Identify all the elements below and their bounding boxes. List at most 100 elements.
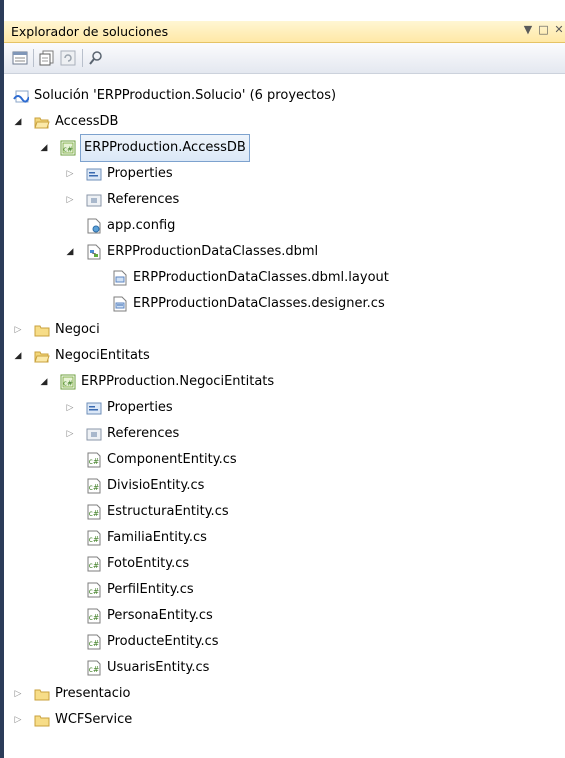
cs-file-icon: c# <box>86 530 102 546</box>
tree-row[interactable]: c# UsuarisEntity.cs <box>4 655 565 681</box>
cs-file-icon: c# <box>86 608 102 624</box>
refresh-icon[interactable] <box>60 50 76 66</box>
tree-row[interactable]: ◢ NegociEntitats <box>4 343 565 369</box>
tree-item-label: FotoEntity.cs <box>107 556 190 571</box>
expand-arrow-icon[interactable]: ▷ <box>12 707 24 733</box>
tree-row[interactable]: ▷ References <box>4 187 565 213</box>
tree-item-label: EstructuraEntity.cs <box>107 504 229 519</box>
folder-open-icon <box>34 348 50 364</box>
layout-file-icon <box>112 270 128 286</box>
tree-item-label: UsuarisEntity.cs <box>107 660 210 675</box>
svg-text:c#: c# <box>89 639 99 648</box>
tree-row[interactable]: ▷ References <box>4 421 565 447</box>
properties-folder-icon <box>86 400 102 416</box>
tree-item-label: Properties <box>107 400 173 415</box>
tree-row[interactable]: ◢ c# ERPProduction.AccessDB <box>4 134 565 162</box>
solution-explorer-panel: Explorador de soluciones ▼ □ ✕ Solución … <box>0 0 565 758</box>
tree-row[interactable]: c# FamiliaEntity.cs <box>4 525 565 551</box>
expand-arrow-icon[interactable]: ▷ <box>64 395 76 421</box>
panel-title-bar[interactable]: Explorador de soluciones ▼ □ ✕ <box>4 21 565 43</box>
tree-row[interactable]: c# PerfilEntity.cs <box>4 577 565 603</box>
tree-item-label: Negoci <box>55 322 100 337</box>
view-class-diagram-icon[interactable] <box>88 50 104 66</box>
collapse-arrow-icon[interactable]: ◢ <box>12 343 24 369</box>
tree-row[interactable]: ERPProductionDataClasses.designer.cs <box>4 291 565 317</box>
collapse-arrow-icon[interactable]: ◢ <box>64 239 76 265</box>
tree-row[interactable]: c# DivisioEntity.cs <box>4 473 565 499</box>
cs-file-icon: c# <box>86 452 102 468</box>
cs-file-icon: c# <box>86 478 102 494</box>
folder-closed-icon <box>34 686 50 702</box>
panel-window-controls: ▼ □ ✕ <box>522 23 565 36</box>
svg-text:c#: c# <box>89 613 99 622</box>
svg-text:c#: c# <box>89 535 99 544</box>
tree-item-label: AccessDB <box>55 114 119 129</box>
references-icon <box>86 192 102 208</box>
svg-text:c#: c# <box>89 665 99 674</box>
properties-icon[interactable] <box>12 50 28 66</box>
folder-closed-icon <box>34 712 50 728</box>
expand-arrow-icon[interactable]: ▷ <box>12 681 24 707</box>
tree-row[interactable]: c# ComponentEntity.cs <box>4 447 565 473</box>
close-icon[interactable]: ✕ <box>553 23 565 36</box>
svg-text:c#: c# <box>63 380 73 388</box>
cs-file-icon: c# <box>86 634 102 650</box>
expand-arrow-icon[interactable]: ▷ <box>64 161 76 187</box>
tree-row[interactable]: c# EstructuraEntity.cs <box>4 499 565 525</box>
collapse-arrow-icon[interactable]: ◢ <box>38 135 50 161</box>
csharp-project-icon: c# <box>60 140 76 156</box>
tree-item-label: References <box>107 192 180 207</box>
dropdown-icon[interactable]: ▼ <box>522 23 534 36</box>
references-icon <box>86 426 102 442</box>
tree-row[interactable]: app.config <box>4 213 565 239</box>
explorer-toolbar <box>4 43 565 74</box>
tree-row[interactable]: ▷ Properties <box>4 395 565 421</box>
tree-item-label: ProducteEntity.cs <box>107 634 219 649</box>
tree-row[interactable]: ERPProductionDataClasses.dbml.layout <box>4 265 565 291</box>
svg-text:c#: c# <box>89 509 99 518</box>
tree-row[interactable]: ▷ Negoci <box>4 317 565 343</box>
tree-row[interactable]: ▷ Properties <box>4 161 565 187</box>
collapse-arrow-icon[interactable]: ◢ <box>38 369 50 395</box>
csharp-project-icon: c# <box>60 374 76 390</box>
tree-item-label: FamiliaEntity.cs <box>107 530 207 545</box>
tree-item-label: ComponentEntity.cs <box>107 452 237 467</box>
tree-row[interactable]: ▷ WCFService <box>4 707 565 733</box>
solution-tree: Solución 'ERPProduction.Solucio' (6 proy… <box>4 74 565 758</box>
cs-file-icon: c# <box>86 504 102 520</box>
tree-item-label: Solución 'ERPProduction.Solucio' (6 proy… <box>34 88 337 103</box>
tree-item-label: app.config <box>107 218 176 233</box>
tree-item-label: NegociEntitats <box>55 348 150 363</box>
svg-text:c#: c# <box>89 483 99 492</box>
tree-row[interactable]: c# ProducteEntity.cs <box>4 629 565 655</box>
expand-arrow-icon[interactable]: ▷ <box>64 187 76 213</box>
tree-row[interactable]: ▷ Presentacio <box>4 681 565 707</box>
cs-file-icon: c# <box>86 582 102 598</box>
collapse-arrow-icon[interactable]: ◢ <box>12 109 24 135</box>
tree-row[interactable]: c# FotoEntity.cs <box>4 551 565 577</box>
tree-item-label: ERPProductionDataClasses.dbml <box>107 244 319 259</box>
tree-item-label: References <box>107 426 180 441</box>
show-all-files-icon[interactable] <box>39 50 55 66</box>
solution-icon <box>13 88 29 104</box>
tree-item-label: ERPProductionDataClasses.dbml.layout <box>133 270 389 285</box>
tree-row[interactable]: Solución 'ERPProduction.Solucio' (6 proy… <box>4 83 565 109</box>
expand-arrow-icon[interactable]: ▷ <box>64 421 76 447</box>
tree-row[interactable]: ◢ ERPProductionDataClasses.dbml <box>4 239 565 265</box>
tree-row[interactable]: ◢ c# ERPProduction.NegociEntitats <box>4 369 565 395</box>
tree-item-label: Presentacio <box>55 686 131 701</box>
tree-row[interactable]: c# PersonaEntity.cs <box>4 603 565 629</box>
tree-item-label: Properties <box>107 166 173 181</box>
properties-folder-icon <box>86 166 102 182</box>
svg-text:c#: c# <box>89 587 99 596</box>
expand-arrow-icon[interactable]: ▷ <box>12 317 24 343</box>
restore-icon[interactable]: □ <box>538 23 550 36</box>
tree-row[interactable]: ◢ AccessDB <box>4 109 565 135</box>
dbml-icon <box>86 244 102 260</box>
svg-text:c#: c# <box>89 561 99 570</box>
tree-item-label: ERPProductionDataClasses.designer.cs <box>133 296 385 311</box>
folder-open-icon <box>34 114 50 130</box>
panel-title: Explorador de soluciones <box>11 24 169 39</box>
tree-item-label: ERPProduction.AccessDB <box>80 134 250 162</box>
toolbar-separator <box>33 49 34 67</box>
